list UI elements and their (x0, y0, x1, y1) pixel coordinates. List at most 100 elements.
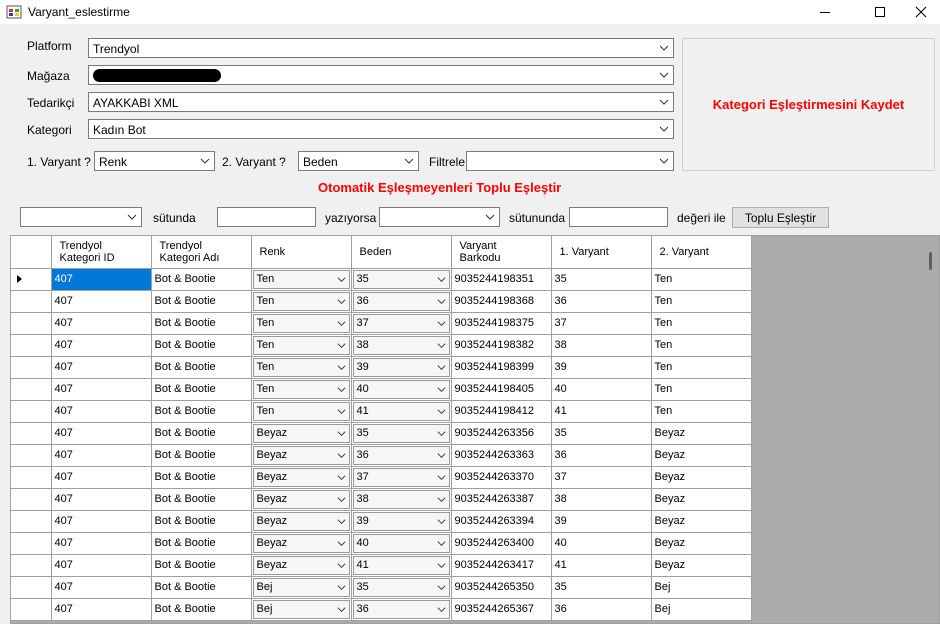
col-header-barkod[interactable]: Varyant Barkodu (451, 236, 552, 269)
table-row[interactable]: 407 Bot & Bootie Beyaz 41 9035244263417 41 Bey… (11, 554, 752, 577)
minimize-button[interactable] (802, 0, 848, 24)
cell-kategori-adi[interactable]: Bot & Bootie (151, 444, 252, 467)
beden-cell-select[interactable]: 39 (352, 511, 450, 531)
beden-cell-select[interactable]: 36 (352, 599, 450, 619)
table-row[interactable]: 407 Bot & Bootie Beyaz 35 9035244263356 35 Bey… (11, 422, 752, 445)
cell-barkod[interactable]: 9035244265367 (451, 598, 552, 621)
table-row[interactable]: 407 Bot & Bootie Beyaz 37 9035244263370 37 Bey… (11, 466, 752, 489)
cell-beden[interactable]: 37 (351, 466, 452, 489)
beden-cell-select[interactable]: 35 (352, 423, 450, 443)
cell-beden[interactable]: 36 (351, 444, 452, 467)
row-header[interactable] (11, 598, 52, 621)
col-header-varyant2[interactable]: 2. Varyant (651, 236, 752, 269)
cell-kategori-adi[interactable]: Bot & Bootie (151, 378, 252, 401)
cell-varyant1[interactable]: 39 (551, 510, 652, 533)
row-header[interactable] (11, 576, 52, 599)
cell-varyant1[interactable]: 36 (551, 444, 652, 467)
magaza-select[interactable] (88, 65, 674, 85)
cell-renk[interactable]: Beyaz (251, 466, 352, 489)
cell-beden[interactable]: 35 (351, 422, 452, 445)
renk-cell-select[interactable]: Ten (252, 291, 350, 311)
cell-beden[interactable]: 36 (351, 290, 452, 313)
cell-barkod[interactable]: 9035244198375 (451, 312, 552, 335)
row-header[interactable] (11, 400, 52, 423)
cell-varyant1[interactable]: 36 (551, 290, 652, 313)
cell-varyant1[interactable]: 36 (551, 598, 652, 621)
beden-cell-select[interactable]: 37 (352, 313, 450, 333)
cell-renk[interactable]: Beyaz (251, 510, 352, 533)
cell-varyant2[interactable]: Beyaz (651, 466, 752, 489)
cell-renk[interactable]: Ten (251, 356, 352, 379)
cell-kategori-id[interactable]: 407 (51, 532, 152, 555)
beden-cell-select[interactable]: 38 (352, 335, 450, 355)
renk-cell-select[interactable]: Beyaz (252, 555, 350, 575)
varyant1-select[interactable]: Renk (94, 151, 215, 171)
cell-varyant1[interactable]: 37 (551, 466, 652, 489)
cell-renk[interactable]: Beyaz (251, 444, 352, 467)
cell-varyant2[interactable]: Ten (651, 356, 752, 379)
renk-cell-select[interactable]: Beyaz (252, 423, 350, 443)
row-header[interactable] (11, 268, 52, 291)
cell-kategori-adi[interactable]: Bot & Bootie (151, 290, 252, 313)
cell-barkod[interactable]: 9035244263387 (451, 488, 552, 511)
col-header-beden[interactable]: Beden (351, 236, 452, 269)
cell-renk[interactable]: Bej (251, 598, 352, 621)
cell-renk[interactable]: Ten (251, 334, 352, 357)
beden-cell-select[interactable]: 37 (352, 467, 450, 487)
table-row[interactable]: 407 Bot & Bootie Ten 37 9035244198375 37 Ten (11, 312, 752, 335)
table-row[interactable]: 407 Bot & Bootie Beyaz 39 9035244263394 39 Bey… (11, 510, 752, 533)
cell-barkod[interactable]: 9035244198351 (451, 268, 552, 291)
cell-kategori-adi[interactable]: Bot & Bootie (151, 510, 252, 533)
maximize-button[interactable] (857, 0, 903, 24)
col-header-renk[interactable]: Renk (251, 236, 352, 269)
table-row[interactable]: 407 Bot & Bootie Ten 35 9035244198351 35 Ten (11, 268, 752, 291)
cell-varyant2[interactable]: Ten (651, 334, 752, 357)
cell-beden[interactable]: 37 (351, 312, 452, 335)
vertical-scrollbar[interactable] (922, 236, 939, 623)
cell-varyant2[interactable]: Ten (651, 290, 752, 313)
cell-beden[interactable]: 41 (351, 400, 452, 423)
bulk-text2-input[interactable] (569, 207, 668, 227)
row-header[interactable] (11, 466, 52, 489)
row-header[interactable] (11, 422, 52, 445)
cell-varyant1[interactable]: 40 (551, 378, 652, 401)
renk-cell-select[interactable]: Ten (252, 357, 350, 377)
variant-grid[interactable]: Trendyol Kategori ID Trendyol Kategori A… (10, 235, 940, 624)
beden-cell-select[interactable]: 41 (352, 401, 450, 421)
renk-cell-select[interactable]: Ten (252, 401, 350, 421)
close-button[interactable] (898, 0, 940, 24)
cell-beden[interactable]: 35 (351, 268, 452, 291)
renk-cell-select[interactable]: Ten (252, 379, 350, 399)
beden-cell-select[interactable]: 40 (352, 533, 450, 553)
cell-kategori-id[interactable]: 407 (51, 466, 152, 489)
row-header[interactable] (11, 488, 52, 511)
cell-kategori-id[interactable]: 407 (51, 400, 152, 423)
cell-renk[interactable]: Ten (251, 268, 352, 291)
renk-cell-select[interactable]: Ten (252, 335, 350, 355)
cell-kategori-id[interactable]: 407 (51, 554, 152, 577)
table-row[interactable]: 407 Bot & Bootie Beyaz 40 9035244263400 40 Bey… (11, 532, 752, 555)
cell-varyant2[interactable]: Beyaz (651, 444, 752, 467)
bulk-column1-select[interactable] (20, 207, 142, 227)
cell-beden[interactable]: 38 (351, 334, 452, 357)
cell-beden[interactable]: 40 (351, 378, 452, 401)
cell-varyant2[interactable]: Ten (651, 378, 752, 401)
row-header[interactable] (11, 312, 52, 335)
cell-kategori-id[interactable]: 407 (51, 334, 152, 357)
beden-cell-select[interactable]: 35 (352, 269, 450, 289)
table-row[interactable]: 407 Bot & Bootie Bej 35 9035244265350 35 Bej (11, 576, 752, 599)
col-header-varyant1[interactable]: 1. Varyant (551, 236, 652, 269)
renk-cell-select[interactable]: Bej (252, 577, 350, 597)
scrollbar-thumb[interactable] (929, 252, 932, 270)
cell-varyant2[interactable]: Beyaz (651, 554, 752, 577)
cell-varyant2[interactable]: Bej (651, 598, 752, 621)
cell-beden[interactable]: 38 (351, 488, 452, 511)
cell-beden[interactable]: 39 (351, 356, 452, 379)
cell-barkod[interactable]: 9035244263417 (451, 554, 552, 577)
table-row[interactable]: 407 Bot & Bootie Bej 36 9035244265367 36 Bej (11, 598, 752, 621)
cell-kategori-id[interactable]: 407 (51, 598, 152, 621)
cell-varyant1[interactable]: 35 (551, 576, 652, 599)
renk-cell-select[interactable]: Beyaz (252, 467, 350, 487)
row-header[interactable] (11, 532, 52, 555)
cell-kategori-adi[interactable]: Bot & Bootie (151, 312, 252, 335)
